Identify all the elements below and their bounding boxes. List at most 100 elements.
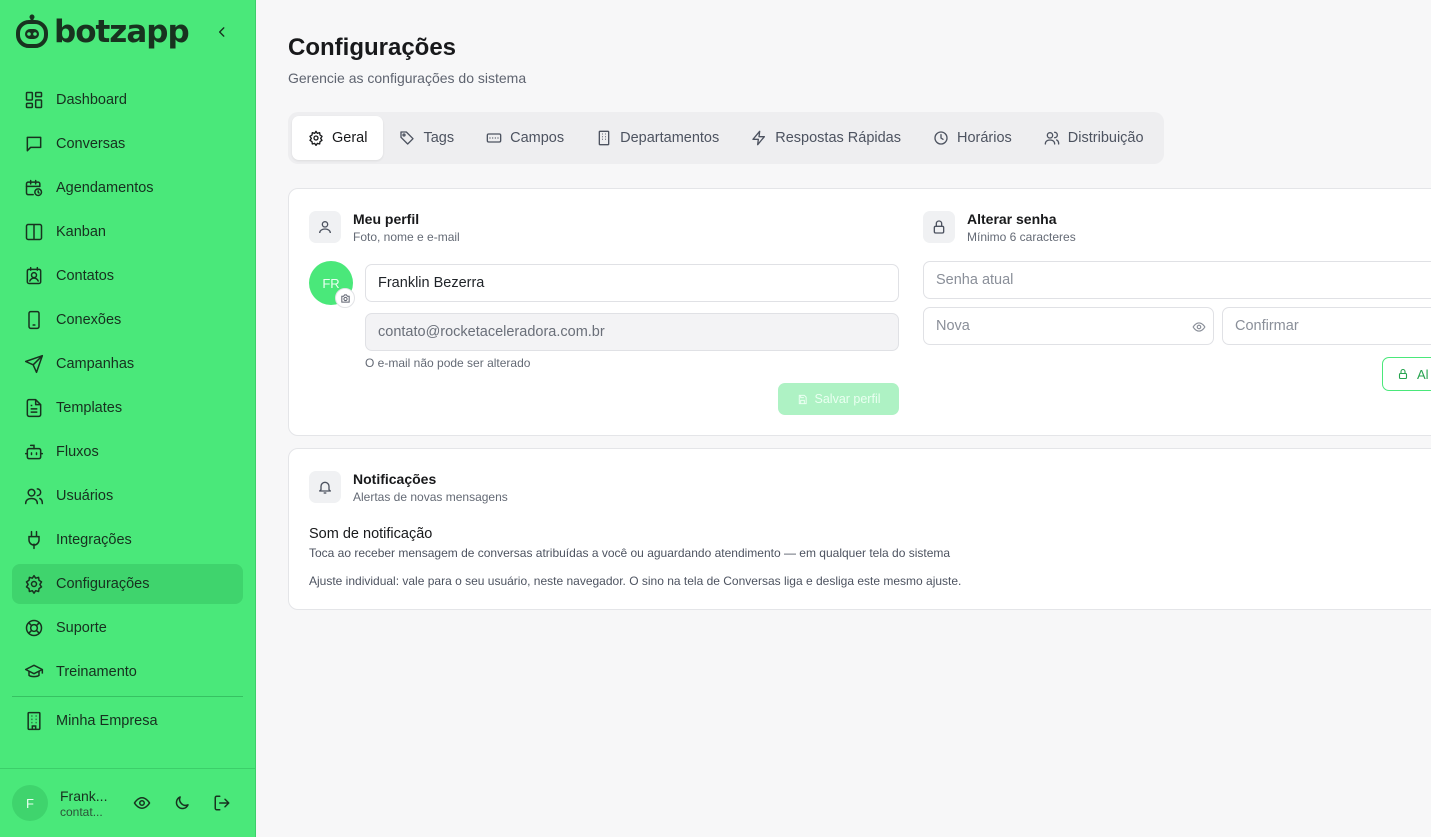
sidebar-item-kanban[interactable]: Kanban — [12, 212, 243, 252]
bell-icon — [309, 471, 341, 503]
name-field[interactable] — [365, 264, 899, 302]
sidebar-item-label: Suporte — [56, 620, 107, 636]
sidebar-item-label: Integrações — [56, 532, 132, 548]
brand-name: botzapp — [54, 14, 190, 50]
change-password-label: Al — [1417, 366, 1429, 382]
sidebar-item-templates[interactable]: Templates — [12, 388, 243, 428]
change-password-button[interactable]: Al — [1382, 357, 1431, 391]
sidebar-item-minha-empresa[interactable]: Minha Empresa — [12, 701, 243, 741]
contact-card-icon — [24, 266, 44, 286]
tab-label: Geral — [332, 130, 368, 146]
tab-horarios[interactable]: Horários — [917, 116, 1028, 160]
current-password-field[interactable] — [923, 261, 1431, 299]
sidebar: botzapp Dashboard Conversas Agendamentos… — [0, 0, 256, 837]
gear-icon — [24, 574, 44, 594]
plug-icon — [24, 530, 44, 550]
graduation-cap-icon — [24, 662, 44, 682]
tab-label: Tags — [423, 130, 455, 146]
building-icon — [24, 711, 44, 731]
chat-icon — [24, 134, 44, 154]
notifications-subtitle: Alertas de novas mensagens — [353, 490, 508, 504]
bot-logo-icon — [16, 14, 48, 50]
tab-label: Respostas Rápidas — [775, 130, 901, 146]
send-icon — [24, 354, 44, 374]
sidebar-item-dashboard[interactable]: Dashboard — [12, 80, 243, 120]
tab-distribuicao[interactable]: Distribuição — [1028, 116, 1160, 160]
eye-icon[interactable] — [1191, 319, 1207, 335]
page-subtitle: Gerencie as configurações do sistema — [288, 70, 527, 86]
profile-subtitle: Foto, nome e e-mail — [353, 230, 460, 244]
profile-card: Meu perfil Foto, nome e e-mail FR O e-ma… — [288, 188, 1431, 436]
sidebar-item-agendamentos[interactable]: Agendamentos — [12, 168, 243, 208]
tag-icon — [399, 130, 415, 146]
moon-icon[interactable] — [172, 793, 192, 813]
individual-setting-note: Ajuste individual: vale para o seu usuár… — [309, 574, 962, 588]
notifications-card: Notificações Alertas de novas mensagens … — [288, 448, 1431, 610]
avatar[interactable]: F — [12, 785, 48, 821]
sidebar-item-label: Minha Empresa — [56, 713, 158, 729]
sidebar-item-label: Templates — [56, 400, 123, 416]
confirm-password-field[interactable] — [1222, 307, 1431, 345]
sidebar-item-conversas[interactable]: Conversas — [12, 124, 243, 164]
gear-icon — [308, 130, 324, 146]
sidebar-item-configuracoes[interactable]: Configurações — [12, 564, 243, 604]
camera-icon[interactable] — [335, 288, 355, 308]
save-profile-button[interactable]: Salvar perfil — [778, 383, 899, 415]
sidebar-item-contatos[interactable]: Contatos — [12, 256, 243, 296]
sidebar-item-campanhas[interactable]: Campanhas — [12, 344, 243, 384]
sidebar-item-label: Kanban — [56, 224, 106, 240]
user-meta: Frank... contat... — [60, 788, 116, 819]
tab-label: Distribuição — [1067, 130, 1144, 146]
bot-icon — [24, 442, 44, 462]
sidebar-item-label: Campanhas — [56, 356, 135, 372]
sidebar-item-usuarios[interactable]: Usuários — [12, 476, 243, 516]
sidebar-item-label: Agendamentos — [56, 180, 154, 196]
eye-icon[interactable] — [132, 793, 152, 813]
sidebar-item-conexoes[interactable]: Conexões — [12, 300, 243, 340]
user-icon — [309, 211, 341, 243]
sidebar-item-label: Dashboard — [56, 92, 127, 108]
sidebar-nav: Dashboard Conversas Agendamentos Kanban … — [12, 80, 243, 745]
sidebar-divider — [12, 696, 243, 697]
tab-geral[interactable]: Geral — [292, 116, 384, 160]
save-icon — [797, 394, 808, 405]
logo: botzapp — [16, 12, 240, 52]
sidebar-item-label: Fluxos — [56, 444, 99, 460]
logout-icon[interactable] — [212, 793, 232, 813]
sidebar-item-treinamento[interactable]: Treinamento — [12, 652, 243, 692]
tab-label: Departamentos — [620, 130, 720, 146]
tab-respostas-rapidas[interactable]: Respostas Rápidas — [735, 116, 917, 160]
kanban-icon — [24, 222, 44, 242]
lifebuoy-icon — [24, 618, 44, 638]
bolt-icon — [751, 130, 767, 146]
sidebar-item-integracoes[interactable]: Integrações — [12, 520, 243, 560]
save-profile-label: Salvar perfil — [814, 392, 881, 406]
email-field[interactable] — [365, 313, 899, 351]
password-subtitle: Mínimo 6 caracteres — [967, 230, 1076, 244]
file-text-icon — [24, 398, 44, 418]
tab-departamentos[interactable]: Departamentos — [580, 116, 735, 160]
building-icon — [596, 130, 612, 146]
sidebar-item-label: Conversas — [56, 136, 126, 152]
collapse-sidebar-button[interactable] — [212, 22, 232, 42]
lock-icon — [1397, 368, 1409, 380]
user-name: Frank... — [60, 787, 108, 804]
tab-label: Horários — [957, 130, 1012, 146]
tab-label: Campos — [510, 130, 565, 146]
user-email: contat... — [60, 804, 103, 819]
sidebar-item-fluxos[interactable]: Fluxos — [12, 432, 243, 472]
page-title: Configurações — [288, 34, 457, 61]
tab-campos[interactable]: Campos — [470, 116, 580, 160]
users-icon — [1044, 130, 1060, 146]
notifications-title: Notificações — [353, 471, 437, 487]
tab-tags[interactable]: Tags — [383, 116, 470, 160]
sound-title: Som de notificação — [309, 526, 433, 542]
sidebar-item-label: Treinamento — [56, 664, 137, 680]
sidebar-item-label: Configurações — [56, 576, 150, 592]
sidebar-item-suporte[interactable]: Suporte — [12, 608, 243, 648]
settings-tabs: Geral Tags Campos Departamentos Resposta… — [288, 112, 1164, 164]
calendar-clock-icon — [24, 178, 44, 198]
input-field-icon — [486, 130, 502, 146]
new-password-field[interactable] — [923, 307, 1214, 345]
sidebar-item-label: Conexões — [56, 312, 122, 328]
